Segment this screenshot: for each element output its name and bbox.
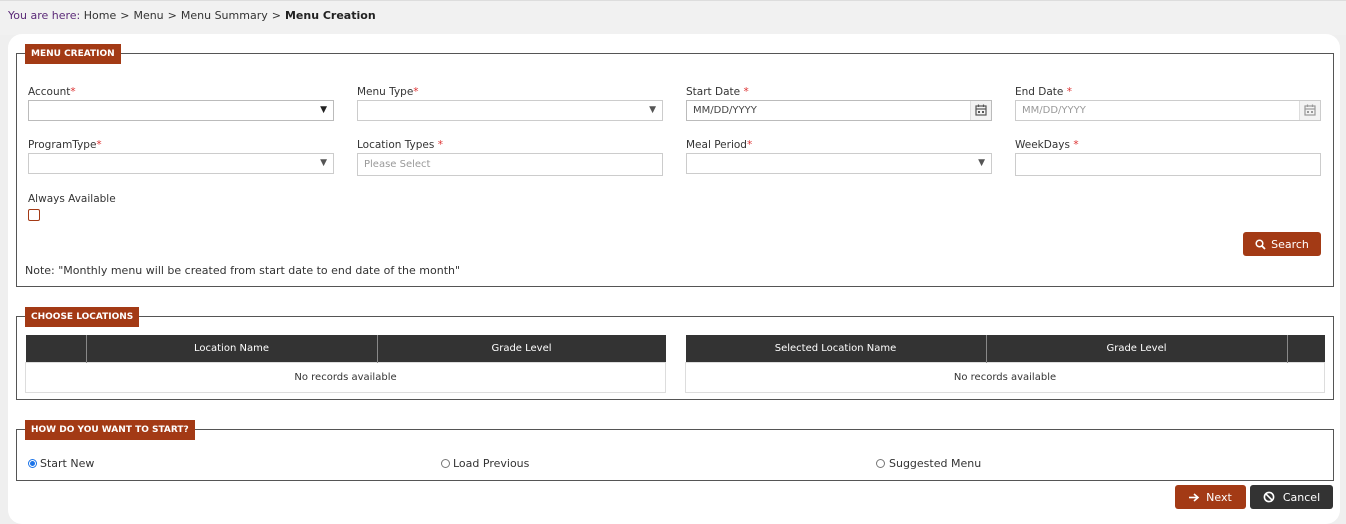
no-records-text: No records available (25, 362, 666, 393)
breadcrumb: You are here: Home > Menu > Menu Summary > Men… (8, 9, 376, 22)
arrow-right-icon (1189, 492, 1200, 502)
breadcrumb-prefix: You are here: (8, 9, 81, 22)
next-button[interactable]: Next (1175, 485, 1246, 509)
end-date-input[interactable]: MM/DD/YYYY (1015, 100, 1321, 121)
search-button-label: Search (1271, 237, 1309, 251)
menu-creation-legend: MENU CREATION (25, 44, 121, 64)
next-button-label: Next (1206, 490, 1232, 504)
location-types-multiselect[interactable]: Please Select (357, 153, 663, 176)
breadcrumb-menu[interactable]: Menu (133, 9, 163, 22)
breadcrumb-current: Menu Creation (284, 9, 376, 22)
always-available-checkbox[interactable] (28, 209, 40, 221)
how-to-start-section: HOW DO YOU WANT TO START? Start New Load… (16, 420, 1334, 481)
monthly-note: Note: "Monthly menu will be created from… (25, 264, 461, 277)
grade-level-column[interactable]: Grade Level (377, 335, 666, 363)
table-row: No records available (685, 362, 1325, 393)
chevron-down-icon: ▼ (649, 105, 656, 115)
meal-period-select[interactable]: ▼ (686, 153, 992, 174)
weekdays-multiselect[interactable] (1015, 153, 1321, 176)
start-new-radio[interactable] (28, 459, 37, 468)
breadcrumb-separator: > (167, 9, 177, 22)
location-types-placeholder: Please Select (364, 159, 431, 170)
start-date-label: Start Date * (686, 86, 749, 98)
search-button[interactable]: Search (1243, 232, 1321, 256)
no-records-text: No records available (685, 362, 1325, 393)
always-available-label: Always Available (28, 193, 116, 205)
breadcrumb-home[interactable]: Home (84, 9, 116, 22)
top-bar: You are here: Home > Menu > Menu Summary > Men… (0, 0, 1346, 35)
calendar-icon[interactable] (970, 101, 991, 120)
selected-grade-level-column[interactable]: Grade Level (986, 335, 1288, 363)
weekdays-label: WeekDays * (1015, 139, 1079, 151)
suggested-menu-label[interactable]: Suggested Menu (889, 457, 981, 470)
breadcrumb-menu-summary[interactable]: Menu Summary (181, 9, 268, 22)
chevron-down-icon: ▼ (320, 105, 327, 115)
start-date-placeholder: MM/DD/YYYY (693, 105, 757, 116)
start-new-label[interactable]: Start New (40, 457, 94, 470)
location-types-label: Location Types * (357, 139, 443, 151)
end-date-label: End Date * (1015, 86, 1072, 98)
end-date-placeholder: MM/DD/YYYY (1022, 105, 1086, 116)
locations-select-column[interactable] (25, 335, 87, 363)
choose-locations-legend: CHOOSE LOCATIONS (25, 307, 140, 327)
meal-period-label: Meal Period* (686, 139, 753, 151)
calendar-icon[interactable] (1299, 101, 1320, 120)
cancel-button[interactable]: Cancel (1250, 485, 1333, 509)
selected-location-name-column[interactable]: Selected Location Name (685, 335, 987, 363)
cancel-button-label: Cancel (1282, 490, 1321, 504)
table-row: No records available (25, 362, 666, 393)
locations-table: Location Name Grade Level No records ava… (25, 335, 666, 393)
chevron-down-icon: ▼ (320, 158, 327, 168)
breadcrumb-separator: > (271, 9, 281, 22)
selected-locations-table: Selected Location Name Grade Level No re… (685, 335, 1325, 393)
selected-action-column (1287, 335, 1325, 363)
breadcrumb-separator: > (120, 9, 130, 22)
chevron-down-icon: ▼ (978, 158, 985, 168)
program-type-select[interactable]: ▼ (28, 153, 334, 174)
menu-creation-section: MENU CREATION Account* ▼ Menu Type* ▼ St… (16, 44, 1334, 287)
menu-type-select[interactable]: ▼ (357, 100, 663, 121)
start-date-input[interactable]: MM/DD/YYYY (686, 100, 992, 121)
load-previous-radio[interactable] (441, 459, 450, 468)
program-type-label: ProgramType* (28, 139, 102, 151)
location-name-column[interactable]: Location Name (86, 335, 378, 363)
main-panel: MENU CREATION Account* ▼ Menu Type* ▼ St… (8, 34, 1340, 524)
load-previous-label[interactable]: Load Previous (453, 457, 529, 470)
how-to-start-legend: HOW DO YOU WANT TO START? (25, 420, 195, 440)
search-icon (1255, 238, 1266, 250)
account-select[interactable]: ▼ (28, 100, 334, 121)
choose-locations-section: CHOOSE LOCATIONS Location Name Grade Lev… (16, 307, 1334, 400)
menu-type-label: Menu Type* (357, 86, 419, 98)
ban-icon (1263, 491, 1275, 503)
suggested-menu-radio[interactable] (876, 459, 885, 468)
account-label: Account* (28, 86, 76, 98)
